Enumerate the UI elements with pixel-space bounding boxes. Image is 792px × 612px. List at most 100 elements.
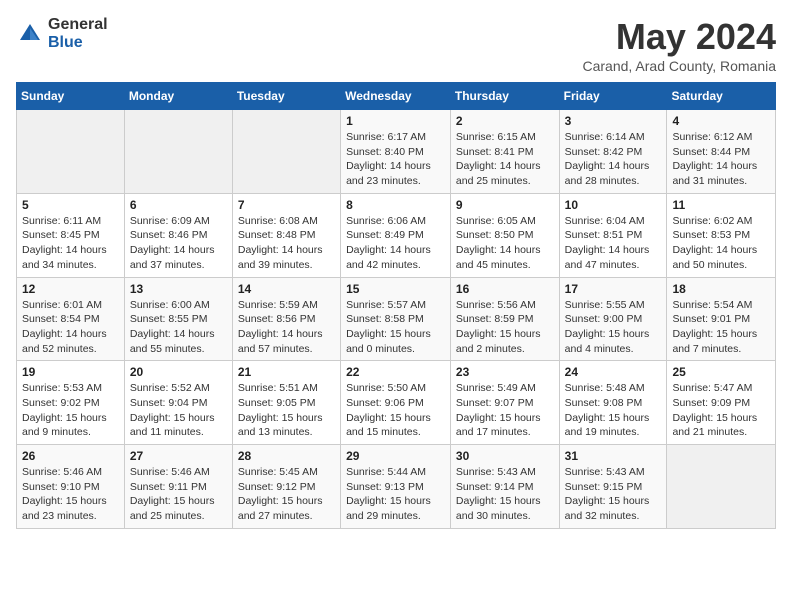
day-number: 15 (346, 282, 445, 296)
calendar-cell: 23 Sunrise: 5:49 AM Sunset: 9:07 PM Dayli… (450, 361, 559, 445)
calendar-cell: 11Sunrise: 6:02 AM Sunset: 8:53 PM Dayli… (667, 193, 776, 277)
calendar-cell: 7 Sunrise: 6:08 AM Sunset: 8:48 PM Daylig… (232, 193, 340, 277)
day-number: 31 (565, 449, 662, 463)
logo-icon (16, 20, 44, 48)
calendar-cell: 1 Sunrise: 6:17 AM Sunset: 8:40 PM Daylig… (341, 110, 451, 194)
calendar-cell: 2Sunrise: 6:15 AM Sunset: 8:41 PM Daylig… (450, 110, 559, 194)
day-info: Sunrise: 5:49 AM Sunset: 9:07 PM Dayligh… (456, 381, 554, 440)
day-info: Sunrise: 5:43 AM Sunset: 9:14 PM Dayligh… (456, 465, 554, 524)
weekday-header-friday: Friday (559, 83, 667, 110)
day-info: Sunrise: 5:43 AM Sunset: 9:15 PM Dayligh… (565, 465, 662, 524)
day-number: 19 (22, 365, 119, 379)
calendar-cell: 13Sunrise: 6:00 AM Sunset: 8:55 PM Dayli… (124, 277, 232, 361)
day-number: 22 (346, 365, 445, 379)
title-block: May 2024 Carand, Arad County, Romania (582, 16, 776, 74)
day-number: 27 (130, 449, 227, 463)
calendar-cell: 16 Sunrise: 5:56 AM Sunset: 8:59 PM Dayli… (450, 277, 559, 361)
day-info: Sunrise: 5:44 AM Sunset: 9:13 PM Dayligh… (346, 465, 445, 524)
day-number: 12 (22, 282, 119, 296)
day-info: Sunrise: 5:45 AM Sunset: 9:12 PM Dayligh… (238, 465, 335, 524)
day-number: 17 (565, 282, 662, 296)
weekday-header-monday: Monday (124, 83, 232, 110)
day-info: Sunrise: 6:12 AM Sunset: 8:44 PM Dayligh… (672, 130, 770, 189)
day-info: Sunrise: 6:04 AM Sunset: 8:51 PM Dayligh… (565, 214, 662, 273)
day-number: 14 (238, 282, 335, 296)
calendar-cell: 5 Sunrise: 6:11 AM Sunset: 8:45 PM Daylig… (17, 193, 125, 277)
day-number: 26 (22, 449, 119, 463)
day-info: Sunrise: 6:05 AM Sunset: 8:50 PM Dayligh… (456, 214, 554, 273)
calendar-cell: 28Sunrise: 5:45 AM Sunset: 9:12 PM Dayli… (232, 445, 340, 529)
calendar-cell: 14 Sunrise: 5:59 AM Sunset: 8:56 PM Dayli… (232, 277, 340, 361)
day-number: 10 (565, 198, 662, 212)
day-info: Sunrise: 5:53 AM Sunset: 9:02 PM Dayligh… (22, 381, 119, 440)
calendar-cell: 8 Sunrise: 6:06 AM Sunset: 8:49 PM Daylig… (341, 193, 451, 277)
calendar-cell: 18Sunrise: 5:54 AM Sunset: 9:01 PM Dayli… (667, 277, 776, 361)
calendar-cell: 3Sunrise: 6:14 AM Sunset: 8:42 PM Daylig… (559, 110, 667, 194)
day-number: 7 (238, 198, 335, 212)
day-info: Sunrise: 5:56 AM Sunset: 8:59 PM Dayligh… (456, 298, 554, 357)
calendar-cell: 4 Sunrise: 6:12 AM Sunset: 8:44 PM Daylig… (667, 110, 776, 194)
day-number: 23 (456, 365, 554, 379)
day-info: Sunrise: 5:59 AM Sunset: 8:56 PM Dayligh… (238, 298, 335, 357)
day-number: 20 (130, 365, 227, 379)
calendar-body: 1 Sunrise: 6:17 AM Sunset: 8:40 PM Daylig… (17, 110, 776, 529)
day-number: 21 (238, 365, 335, 379)
day-number: 4 (672, 114, 770, 128)
calendar-week-5: 26 Sunrise: 5:46 AM Sunset: 9:10 PM Dayli… (17, 445, 776, 529)
day-number: 16 (456, 282, 554, 296)
day-info: Sunrise: 5:54 AM Sunset: 9:01 PM Dayligh… (672, 298, 770, 357)
weekday-header-saturday: Saturday (667, 83, 776, 110)
weekday-header-wednesday: Wednesday (341, 83, 451, 110)
day-number: 30 (456, 449, 554, 463)
calendar-cell: 24Sunrise: 5:48 AM Sunset: 9:08 PM Dayli… (559, 361, 667, 445)
calendar-cell: 26 Sunrise: 5:46 AM Sunset: 9:10 PM Dayli… (17, 445, 125, 529)
day-number: 29 (346, 449, 445, 463)
calendar-week-3: 12 Sunrise: 6:01 AM Sunset: 8:54 PM Dayli… (17, 277, 776, 361)
calendar-cell: 25 Sunrise: 5:47 AM Sunset: 9:09 PM Dayli… (667, 361, 776, 445)
logo-text: General Blue (48, 16, 108, 51)
title-location: Carand, Arad County, Romania (582, 58, 776, 74)
calendar-header: SundayMondayTuesdayWednesdayThursdayFrid… (17, 83, 776, 110)
calendar-week-1: 1 Sunrise: 6:17 AM Sunset: 8:40 PM Daylig… (17, 110, 776, 194)
day-number: 8 (346, 198, 445, 212)
calendar-cell: 10 Sunrise: 6:04 AM Sunset: 8:51 PM Dayli… (559, 193, 667, 277)
weekday-header-sunday: Sunday (17, 83, 125, 110)
calendar-cell: 15Sunrise: 5:57 AM Sunset: 8:58 PM Dayli… (341, 277, 451, 361)
day-number: 1 (346, 114, 445, 128)
weekday-header-tuesday: Tuesday (232, 83, 340, 110)
calendar-cell (124, 110, 232, 194)
day-info: Sunrise: 6:01 AM Sunset: 8:54 PM Dayligh… (22, 298, 119, 357)
calendar-cell: 6 Sunrise: 6:09 AM Sunset: 8:46 PM Daylig… (124, 193, 232, 277)
calendar-cell: 19 Sunrise: 5:53 AM Sunset: 9:02 PM Dayli… (17, 361, 125, 445)
day-info: Sunrise: 6:00 AM Sunset: 8:55 PM Dayligh… (130, 298, 227, 357)
calendar-cell: 12 Sunrise: 6:01 AM Sunset: 8:54 PM Dayli… (17, 277, 125, 361)
day-number: 25 (672, 365, 770, 379)
day-info: Sunrise: 6:06 AM Sunset: 8:49 PM Dayligh… (346, 214, 445, 273)
calendar-cell: 9 Sunrise: 6:05 AM Sunset: 8:50 PM Daylig… (450, 193, 559, 277)
logo-blue: Blue (48, 34, 108, 52)
calendar-cell: 22Sunrise: 5:50 AM Sunset: 9:06 PM Dayli… (341, 361, 451, 445)
calendar-table: SundayMondayTuesdayWednesdayThursdayFrid… (16, 82, 776, 529)
day-info: Sunrise: 6:02 AM Sunset: 8:53 PM Dayligh… (672, 214, 770, 273)
calendar-cell: 31 Sunrise: 5:43 AM Sunset: 9:15 PM Dayli… (559, 445, 667, 529)
day-info: Sunrise: 6:08 AM Sunset: 8:48 PM Dayligh… (238, 214, 335, 273)
day-number: 5 (22, 198, 119, 212)
day-info: Sunrise: 5:47 AM Sunset: 9:09 PM Dayligh… (672, 381, 770, 440)
day-info: Sunrise: 6:17 AM Sunset: 8:40 PM Dayligh… (346, 130, 445, 189)
day-number: 24 (565, 365, 662, 379)
calendar-cell: 17Sunrise: 5:55 AM Sunset: 9:00 PM Dayli… (559, 277, 667, 361)
day-number: 2 (456, 114, 554, 128)
day-number: 6 (130, 198, 227, 212)
calendar-week-2: 5 Sunrise: 6:11 AM Sunset: 8:45 PM Daylig… (17, 193, 776, 277)
day-info: Sunrise: 5:51 AM Sunset: 9:05 PM Dayligh… (238, 381, 335, 440)
calendar-cell (667, 445, 776, 529)
title-month: May 2024 (582, 16, 776, 58)
calendar-cell: 20Sunrise: 5:52 AM Sunset: 9:04 PM Dayli… (124, 361, 232, 445)
day-info: Sunrise: 6:11 AM Sunset: 8:45 PM Dayligh… (22, 214, 119, 273)
day-info: Sunrise: 6:09 AM Sunset: 8:46 PM Dayligh… (130, 214, 227, 273)
calendar-cell: 30 Sunrise: 5:43 AM Sunset: 9:14 PM Dayli… (450, 445, 559, 529)
calendar-cell (232, 110, 340, 194)
day-info: Sunrise: 5:46 AM Sunset: 9:10 PM Dayligh… (22, 465, 119, 524)
day-number: 9 (456, 198, 554, 212)
day-info: Sunrise: 5:46 AM Sunset: 9:11 PM Dayligh… (130, 465, 227, 524)
